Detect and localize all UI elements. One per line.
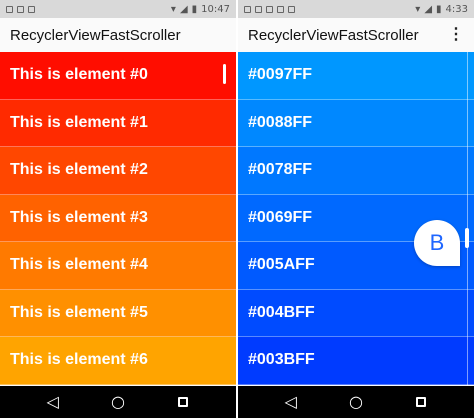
- fast-scroller-track[interactable]: [467, 52, 468, 386]
- clock: 4:33: [445, 3, 468, 15]
- notification-icon: [6, 5, 13, 13]
- list-item[interactable]: This is element #1: [0, 99, 236, 147]
- scrollbar-thumb[interactable]: [223, 64, 226, 84]
- list-item-label: This is element #3: [10, 208, 148, 226]
- list-item-label: #0078FF: [248, 161, 313, 179]
- recents-button[interactable]: [409, 394, 433, 410]
- element-list[interactable]: This is element #0 This is element #1 Th…: [0, 52, 236, 386]
- status-bar: ▾ ◢ ▮ 4:33: [238, 0, 474, 18]
- wifi-icon: ▾: [415, 3, 421, 15]
- list-item-label: This is element #1: [10, 113, 148, 131]
- navigation-bar: ◁ ○: [0, 386, 236, 418]
- back-button[interactable]: ◁: [279, 394, 303, 410]
- app-title: RecyclerViewFastScroller: [10, 26, 181, 44]
- home-button[interactable]: ○: [344, 394, 368, 410]
- list-item[interactable]: #0088FF: [238, 99, 474, 147]
- status-bar: ▾ ◢ ▮ 10:47: [0, 0, 236, 18]
- app-title: RecyclerViewFastScroller: [248, 26, 419, 44]
- signal-icon: ◢: [179, 3, 188, 15]
- notification-icons: [244, 5, 295, 13]
- notification-icon: [266, 5, 273, 13]
- list-item-label: #003BFF: [248, 351, 315, 369]
- navigation-bar: ◁ ○: [238, 386, 474, 418]
- list-item[interactable]: #0078FF: [238, 147, 474, 195]
- recents-icon: [178, 397, 189, 407]
- notification-icon: [288, 5, 295, 13]
- recents-icon: [416, 397, 427, 407]
- list-item-label: This is element #2: [10, 161, 148, 179]
- list-item[interactable]: #003BFF: [238, 337, 474, 385]
- notification-icon: [244, 5, 251, 13]
- notification-icon: [17, 5, 24, 13]
- list-item[interactable]: This is element #3: [0, 194, 236, 242]
- battery-icon: ▮: [191, 3, 198, 15]
- list-item-label: This is element #5: [10, 303, 148, 321]
- fast-scroller-bubble: B: [414, 220, 460, 266]
- system-icons: ▾ ◢ ▮ 10:47: [171, 4, 230, 15]
- system-icons: ▾ ◢ ▮ 4:33: [415, 4, 468, 15]
- right-phone-screen: ▾ ◢ ▮ 4:33 RecyclerViewFastScroller ⋮ #0…: [238, 0, 474, 418]
- list-item-label: #0097FF: [248, 66, 313, 84]
- home-button[interactable]: ○: [106, 394, 130, 410]
- list-item-label: #0069FF: [248, 208, 313, 226]
- signal-icon: ◢: [424, 3, 433, 15]
- list-item[interactable]: #004BFF: [238, 289, 474, 337]
- recents-button[interactable]: [171, 394, 195, 410]
- overflow-menu-icon[interactable]: ⋮: [448, 27, 464, 43]
- list-item-label: #004BFF: [248, 303, 315, 321]
- list-item[interactable]: This is element #4: [0, 242, 236, 290]
- list-item[interactable]: This is element #0: [0, 52, 236, 100]
- list-item[interactable]: This is element #5: [0, 289, 236, 337]
- wifi-icon: ▾: [170, 3, 176, 15]
- notification-icons: [6, 5, 35, 13]
- color-list[interactable]: #0097FF #0088FF #0078FF #0069FF #005AFF …: [238, 52, 474, 386]
- list-item-label: This is element #4: [10, 256, 148, 274]
- section-letter: B: [429, 230, 445, 255]
- notification-icon: [255, 5, 262, 13]
- back-button[interactable]: ◁: [41, 394, 65, 410]
- battery-icon: ▮: [436, 3, 442, 15]
- list-item-label: #0088FF: [248, 113, 313, 131]
- list-item-label: This is element #6: [10, 351, 148, 369]
- list-item[interactable]: #0097FF: [238, 52, 474, 100]
- list-item[interactable]: This is element #6: [0, 337, 236, 385]
- fast-scroller-handle[interactable]: [465, 228, 469, 248]
- clock: 10:47: [201, 3, 230, 15]
- notification-icon: [28, 5, 35, 13]
- list-item[interactable]: This is element #2: [0, 147, 236, 195]
- app-bar: RecyclerViewFastScroller: [0, 18, 236, 52]
- app-bar: RecyclerViewFastScroller ⋮: [238, 18, 474, 52]
- list-item-label: This is element #0: [10, 66, 148, 84]
- notification-icon: [277, 5, 284, 13]
- list-item-label: #005AFF: [248, 256, 315, 274]
- left-phone-screen: ▾ ◢ ▮ 10:47 RecyclerViewFastScroller Thi…: [0, 0, 236, 418]
